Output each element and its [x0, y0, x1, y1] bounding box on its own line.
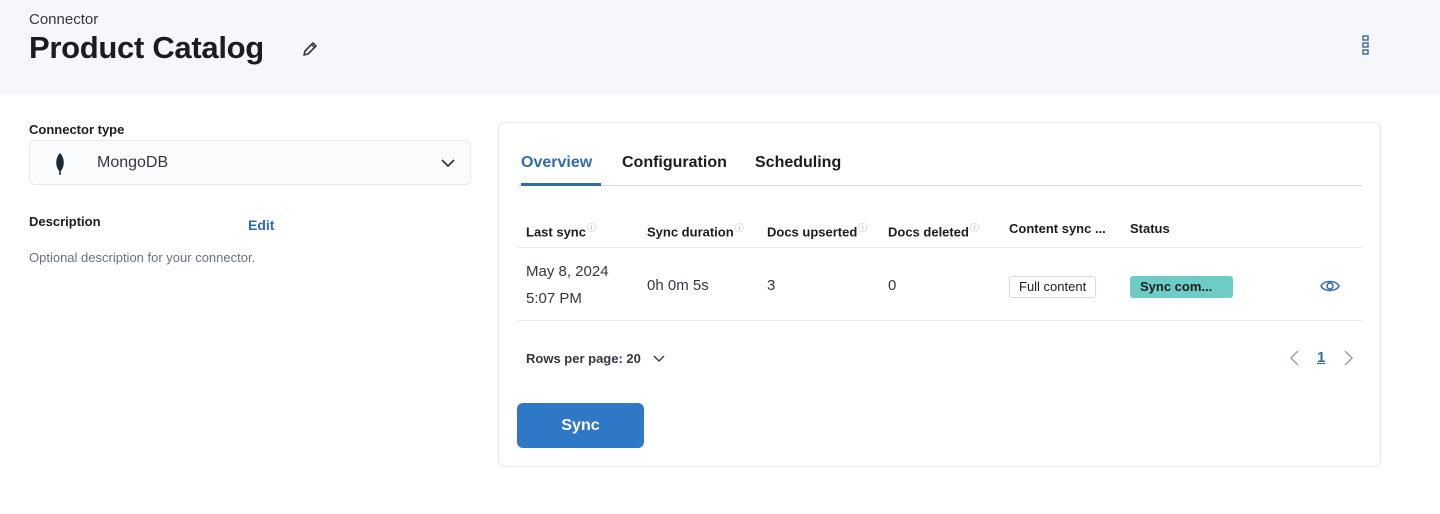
tab-overview[interactable]: Overview — [521, 154, 601, 186]
eye-icon[interactable] — [1320, 278, 1340, 294]
connector-type-label: Connector type — [29, 122, 125, 137]
last-sync-date: May 8, 2024 — [526, 263, 609, 280]
pencil-icon[interactable] — [300, 39, 320, 59]
last-sync-time: 5:07 PM — [526, 290, 582, 307]
chevron-down-icon — [653, 355, 664, 362]
help-icon[interactable]: ⓘ — [858, 223, 867, 233]
connector-type-value: MongoDB — [97, 154, 169, 171]
chevron-right-icon[interactable] — [1341, 349, 1355, 367]
chevron-left-icon[interactable] — [1288, 349, 1302, 367]
column-header-docs-deleted[interactable]: Docs deletedⓘ — [888, 221, 979, 239]
tab-bar: Overview Configuration Scheduling — [518, 148, 1362, 186]
column-header-sync-duration[interactable]: Sync durationⓘ — [647, 221, 744, 239]
description-label: Description — [29, 214, 101, 229]
tab-configuration[interactable]: Configuration — [622, 154, 727, 186]
description-text: Optional description for your connector. — [29, 250, 256, 265]
tab-scheduling[interactable]: Scheduling — [755, 154, 841, 186]
help-icon[interactable]: ⓘ — [970, 223, 979, 233]
page-header: Connector Product Catalog — [0, 0, 1440, 95]
connector-details: Connector type MongoDB Description Edit … — [29, 122, 471, 265]
connector-type-select[interactable]: MongoDB — [29, 140, 471, 185]
page-eyebrow: Connector — [29, 11, 99, 28]
more-vertical-icon[interactable] — [1358, 34, 1374, 56]
column-header-content-sync[interactable]: Content sync ... — [1009, 221, 1106, 236]
sync-button[interactable]: Sync — [517, 403, 644, 448]
status-badge: Sync com... — [1130, 276, 1233, 298]
docs-upserted: 3 — [767, 277, 776, 294]
column-header-status[interactable]: Status — [1130, 221, 1170, 236]
rows-per-page-select[interactable]: Rows per page: 20 — [526, 351, 665, 366]
edit-description-link[interactable]: Edit — [248, 217, 274, 233]
table-header: Last syncⓘ Sync durationⓘ Docs upsertedⓘ… — [518, 211, 1362, 248]
page-number[interactable]: 1 — [1317, 349, 1325, 366]
help-icon[interactable]: ⓘ — [735, 223, 744, 233]
column-header-last-sync[interactable]: Last syncⓘ — [526, 221, 596, 239]
chevron-down-icon — [441, 159, 455, 168]
page-title: Product Catalog — [29, 30, 264, 65]
docs-deleted: 0 — [888, 277, 897, 294]
sync-duration: 0h 0m 5s — [647, 277, 709, 294]
connector-panel: Overview Configuration Scheduling Last s… — [498, 122, 1381, 467]
help-icon[interactable]: ⓘ — [587, 223, 596, 233]
column-header-docs-upserted[interactable]: Docs upsertedⓘ — [767, 221, 867, 239]
content-sync-badge: Full content — [1009, 276, 1097, 298]
table-row: May 8, 2024 5:07 PM 0h 0m 5s 3 0 Full co… — [518, 249, 1362, 321]
mongodb-leaf-icon — [56, 153, 64, 175]
